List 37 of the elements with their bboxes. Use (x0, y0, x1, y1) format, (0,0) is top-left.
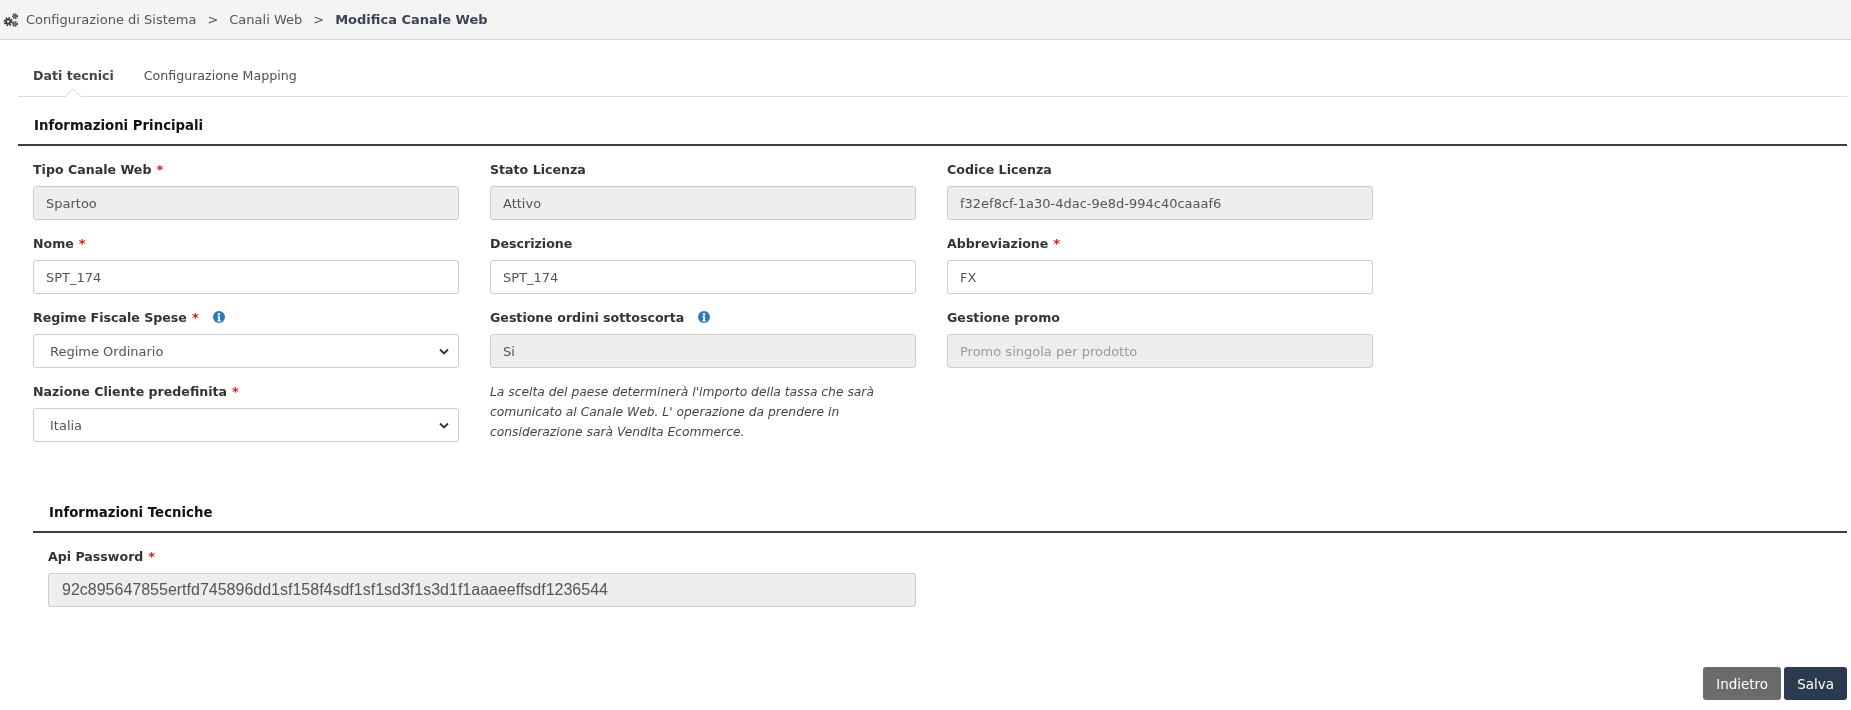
field-label: Nome (33, 235, 74, 251)
required-mark: * (232, 383, 239, 399)
section-title: Informazioni Principali (34, 118, 204, 133)
breadcrumb-current: Modifica Canale Web (335, 12, 488, 27)
field-label: Tipo Canale Web (33, 161, 152, 177)
input-field[interactable]: FX (947, 260, 1373, 294)
caret-icon (439, 347, 449, 355)
field-label: Stato Licenza (490, 161, 586, 177)
required-mark: * (191, 309, 199, 325)
tab[interactable]: Configurazione Mapping (128, 54, 312, 97)
field-label: Nazione Cliente predefinita (33, 383, 228, 399)
field-label: Api Password (48, 548, 144, 564)
select-field[interactable]: Italia (33, 408, 459, 442)
gears-icon (3, 12, 18, 27)
breadcrumb-link[interactable]: Canali Web (229, 12, 303, 27)
breadcrumb-link[interactable]: Configurazione di Sistema (26, 12, 197, 27)
tab[interactable]: Dati tecnici (18, 54, 129, 97)
required-mark: * (1053, 235, 1061, 251)
field-label: Codice Licenza (947, 161, 1052, 177)
caret-icon (439, 421, 449, 429)
field-label: Descrizione (490, 235, 573, 251)
section-title: Informazioni Tecniche (49, 505, 213, 520)
required-mark: * (148, 548, 156, 564)
save-button[interactable]: Salva (1784, 667, 1847, 700)
field-label: Gestione ordini sottoscorta (490, 309, 685, 325)
back-button[interactable]: Indietro (1703, 667, 1782, 700)
breadcrumb-separator: > (207, 12, 219, 27)
required-mark: * (156, 161, 164, 177)
breadcrumb-separator: > (313, 12, 325, 27)
help-text: La scelta del paese determinerà l'importo della tassa che sarà comunicato al Canale Web. L' operazione da prendere in considerazione sarà Vendita Ecommerce. (490, 384, 875, 441)
field-label: Regime Fiscale Spese (33, 309, 187, 325)
field-label: Gestione promo (947, 309, 1060, 325)
field-label: Abbreviazione (947, 235, 1049, 251)
input-field[interactable]: SPT_174 (33, 260, 459, 294)
input-field[interactable]: SPT_174 (490, 260, 916, 294)
required-mark: * (78, 235, 86, 251)
select-field[interactable]: Regime Ordinario (33, 334, 459, 368)
